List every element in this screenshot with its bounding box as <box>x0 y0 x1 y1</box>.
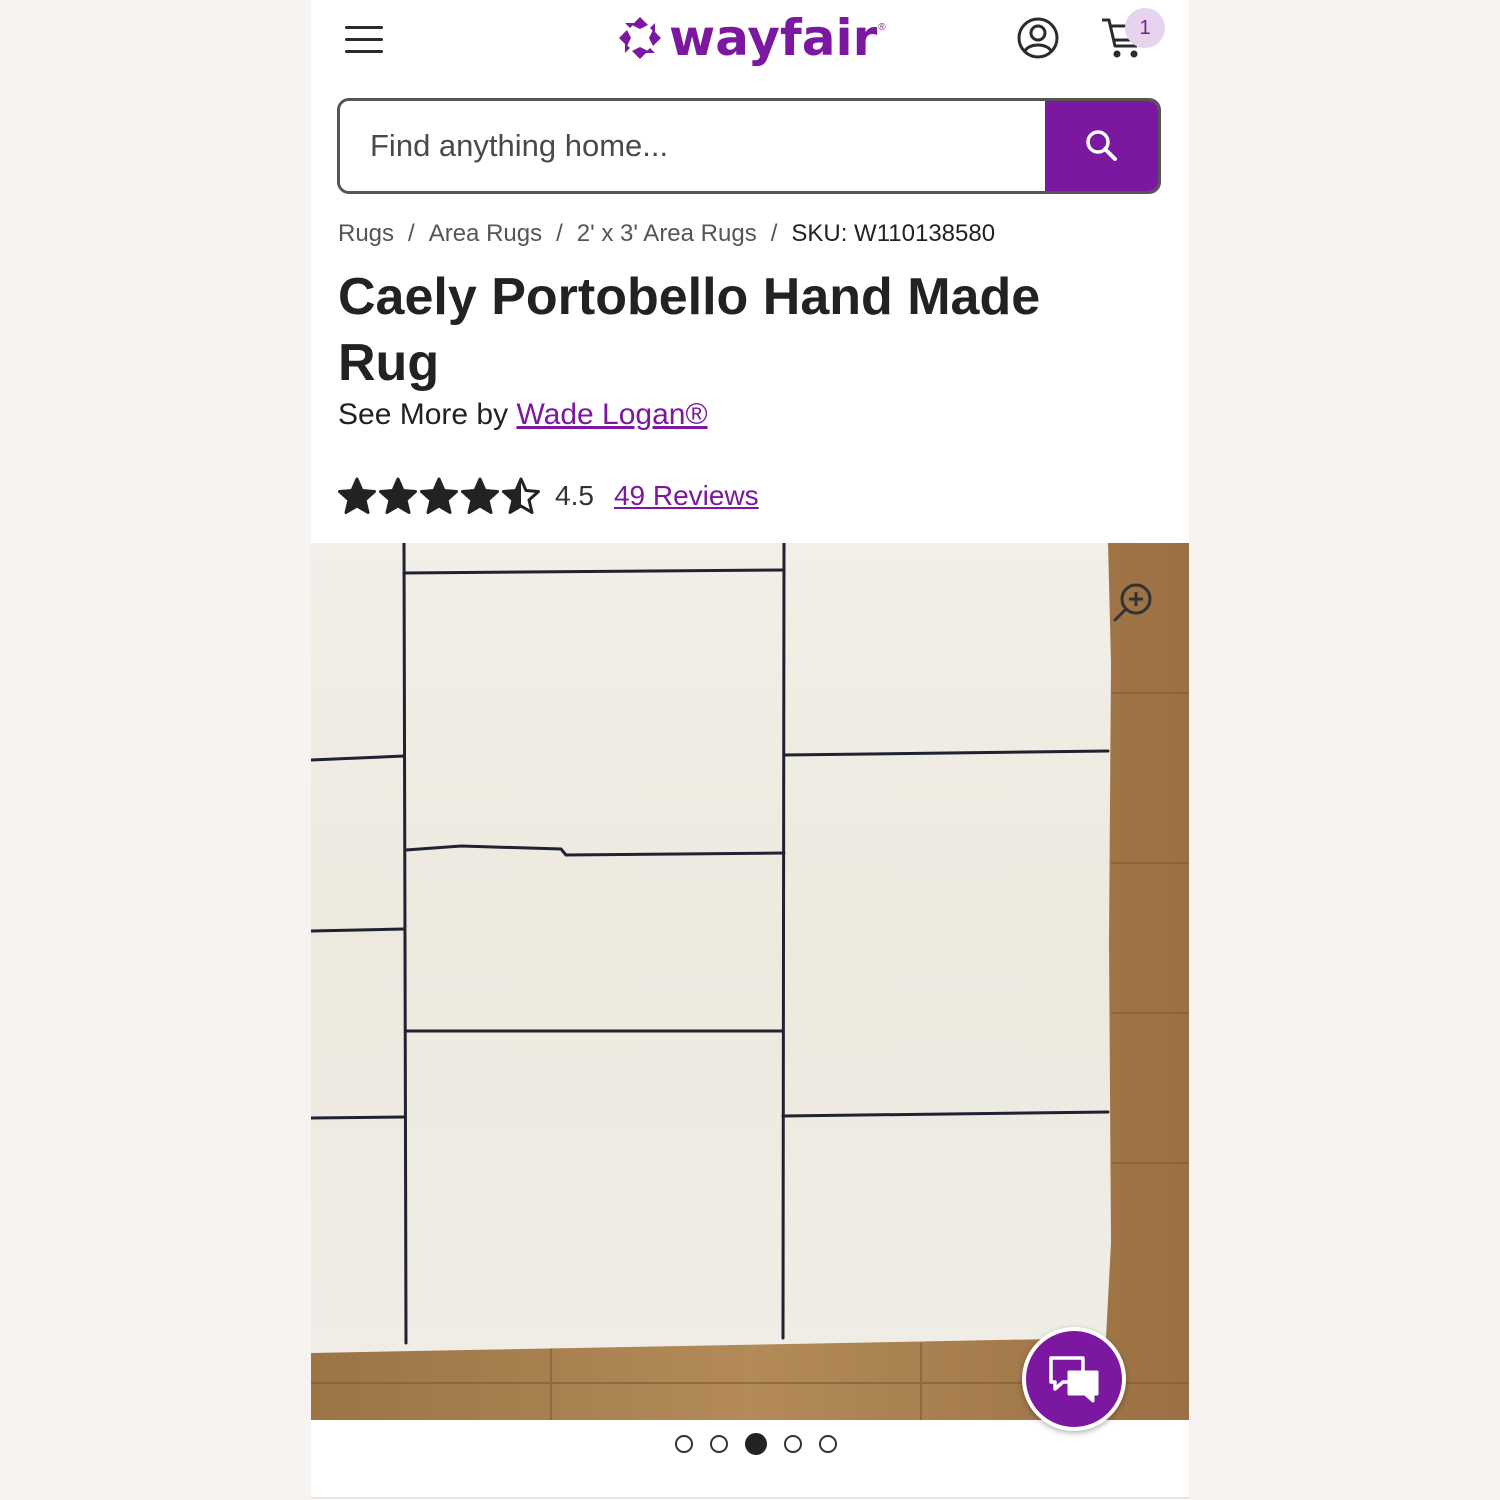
breadcrumb-separator: / <box>770 220 778 247</box>
search-bar <box>337 98 1161 194</box>
menu-button[interactable] <box>341 20 387 60</box>
carousel-dots <box>675 1433 854 1455</box>
menu-icon-bar <box>345 50 383 53</box>
divider <box>311 1497 1189 1499</box>
wayfair-logo-icon <box>619 17 661 59</box>
carousel-dot[interactable] <box>745 1433 767 1455</box>
zoom-in-icon <box>1113 583 1152 622</box>
search-icon <box>1086 130 1117 161</box>
sku-label: SKU: W110138580 <box>791 220 996 247</box>
breadcrumb-separator: / <box>408 220 415 247</box>
product-title: Caely Portobello Hand Made Rug <box>338 268 1041 392</box>
chat-button[interactable] <box>1022 1327 1126 1431</box>
breadcrumb: Rugs / Area Rugs / 2' x 3' Area Rugs / SKU: W1… <box>338 220 995 248</box>
account-button[interactable] <box>1016 16 1060 60</box>
rug-photo <box>311 543 1189 1420</box>
product-image[interactable] <box>311 543 1189 1420</box>
cart-count-badge: 1 <box>1125 8 1165 48</box>
trademark-mark: ® <box>878 22 886 33</box>
breadcrumb-rugs[interactable]: Rugs <box>338 220 394 247</box>
product-rating: 4.5 49 Reviews <box>338 476 759 516</box>
star-full-icon <box>420 477 458 514</box>
logo-text: wayfair <box>669 9 878 67</box>
brand-link[interactable]: Wade Logan® <box>516 398 707 431</box>
menu-icon-bar <box>345 38 383 41</box>
account-icon <box>1017 17 1059 59</box>
star-full-icon <box>461 477 499 514</box>
rating-value: 4.5 <box>555 480 594 511</box>
search-input[interactable] <box>340 101 1050 191</box>
site-header: wayfair ® 1 <box>311 0 1189 90</box>
star-full-icon <box>338 477 376 514</box>
product-page: wayfair ® 1 Find anything home... Rugs /… <box>311 0 1189 1500</box>
see-more-prefix: See More by <box>338 398 509 431</box>
breadcrumb-area-rugs[interactable]: Area Rugs <box>429 220 542 247</box>
reviews-link[interactable]: 49 Reviews <box>614 480 759 512</box>
search-button[interactable] <box>1045 101 1158 191</box>
chat-icon <box>1049 1356 1099 1403</box>
star-full-icon <box>379 477 417 514</box>
zoom-button[interactable] <box>1111 580 1155 624</box>
wayfair-logo[interactable]: wayfair ® <box>617 6 886 70</box>
carousel-dot[interactable] <box>784 1435 802 1453</box>
carousel-dot[interactable] <box>675 1435 693 1453</box>
breadcrumb-separator: / <box>556 220 563 247</box>
carousel-dot[interactable] <box>710 1435 728 1453</box>
star-half-icon <box>502 477 540 514</box>
see-more-by: See More by Wade Logan® <box>338 398 708 432</box>
breadcrumb-2x3-area-rugs[interactable]: 2' x 3' Area Rugs <box>577 220 757 247</box>
star-rating <box>338 477 543 515</box>
carousel-dot[interactable] <box>819 1435 837 1453</box>
menu-icon <box>345 26 383 29</box>
